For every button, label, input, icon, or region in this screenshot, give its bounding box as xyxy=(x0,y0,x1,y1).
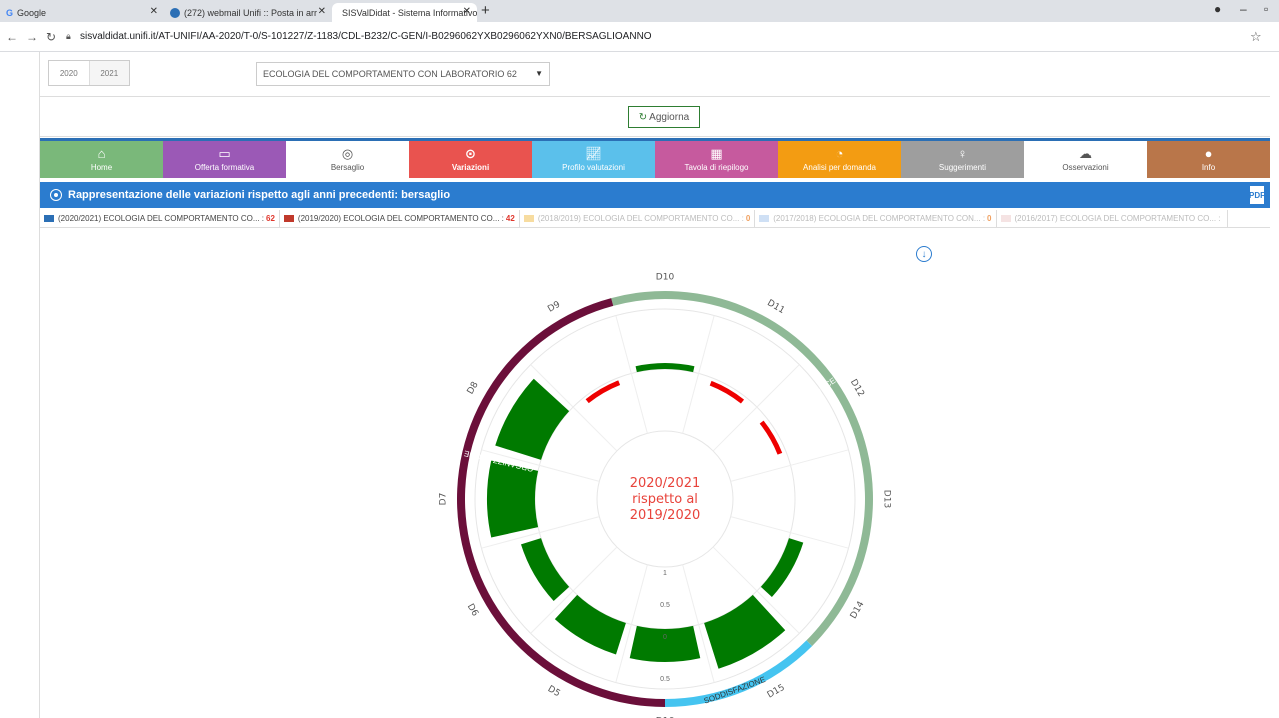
scale-label: 0.5 xyxy=(660,676,670,683)
maximize-icon[interactable]: ▫ xyxy=(1264,2,1268,16)
tab-label: Google xyxy=(17,7,47,18)
tab-sisvaldidat[interactable]: SISValDidat - Sistema Informativo ✕ xyxy=(332,3,477,22)
center-caption: 2019/2020 xyxy=(630,508,701,523)
browser-tab-bar: G Google ✕ (272) webmail Unifi :: Posta … xyxy=(0,0,1279,22)
bar-positive xyxy=(629,625,701,662)
category-label: D12 xyxy=(848,378,866,399)
bar-positive xyxy=(520,538,570,602)
new-tab-button[interactable]: + xyxy=(481,2,490,19)
radial-variation-chart: DOCENTESODDISFAZIONEORGANIZZAZIONE INSEG… xyxy=(398,273,892,718)
grid-spoke xyxy=(615,315,648,434)
bar-positive xyxy=(760,538,804,597)
scale-label: 1 xyxy=(663,570,667,577)
tab-webmail[interactable]: (272) webmail Unifi :: Posta in arr ✕ xyxy=(164,3,332,22)
page: 2020 2021 ECOLOGIA DEL COMPORTAMENTO CON… xyxy=(0,52,1279,718)
group-label: SODDISFAZIONE xyxy=(703,675,767,706)
back-icon[interactable]: ← xyxy=(6,30,18,44)
grid-spoke xyxy=(730,449,849,482)
bar-positive xyxy=(554,594,626,655)
category-label: D7 xyxy=(439,493,449,506)
center-caption: 2020/2021 xyxy=(630,476,701,491)
close-icon[interactable]: ✕ xyxy=(150,6,158,17)
tab-google[interactable]: G Google ✕ xyxy=(0,3,164,22)
group-ring xyxy=(611,291,873,647)
scale-label: 0.5 xyxy=(660,602,670,609)
lock-icon: 🔒︎ xyxy=(66,31,71,41)
category-label: D14 xyxy=(849,600,867,621)
category-label: D15 xyxy=(766,683,787,701)
category-label: D11 xyxy=(765,298,786,316)
grid-spoke xyxy=(712,364,800,452)
tab-label: (272) webmail Unifi :: Posta in arr xyxy=(184,7,318,18)
grid-spoke xyxy=(682,315,715,434)
category-label: D5 xyxy=(546,684,562,699)
category-label: D10 xyxy=(656,273,675,283)
category-label: D13 xyxy=(882,490,892,508)
tab-label: SISValDidat - Sistema Informativo xyxy=(342,7,477,18)
forward-icon[interactable]: → xyxy=(26,30,38,44)
bar-positive xyxy=(704,594,786,669)
category-label: D9 xyxy=(546,300,562,315)
profile-icon[interactable]: ● xyxy=(1214,2,1221,16)
category-label: D8 xyxy=(466,380,481,396)
bar-positive xyxy=(495,378,570,460)
minimize-icon[interactable]: – xyxy=(1240,2,1247,16)
webmail-icon xyxy=(170,7,180,18)
category-label: D6 xyxy=(465,602,480,618)
close-icon[interactable]: ✕ xyxy=(463,6,471,17)
google-icon: G xyxy=(6,7,14,18)
address-bar: ← → ↻ 🔒︎ sisvaldidat.unifi.it/AT-UNIFI/A… xyxy=(0,22,1279,52)
bar-negative xyxy=(759,420,783,455)
scale-label: 0 xyxy=(663,634,667,641)
close-icon[interactable]: ✕ xyxy=(318,6,326,17)
group-label: DOCENTE xyxy=(813,367,850,397)
center-caption: rispetto al xyxy=(632,492,698,507)
url-field[interactable]: sisvaldidat.unifi.it/AT-UNIFI/AA-2020/T-… xyxy=(80,31,652,42)
reload-icon[interactable]: ↻ xyxy=(46,30,56,44)
bookmark-star-icon[interactable]: ☆ xyxy=(1250,29,1262,45)
